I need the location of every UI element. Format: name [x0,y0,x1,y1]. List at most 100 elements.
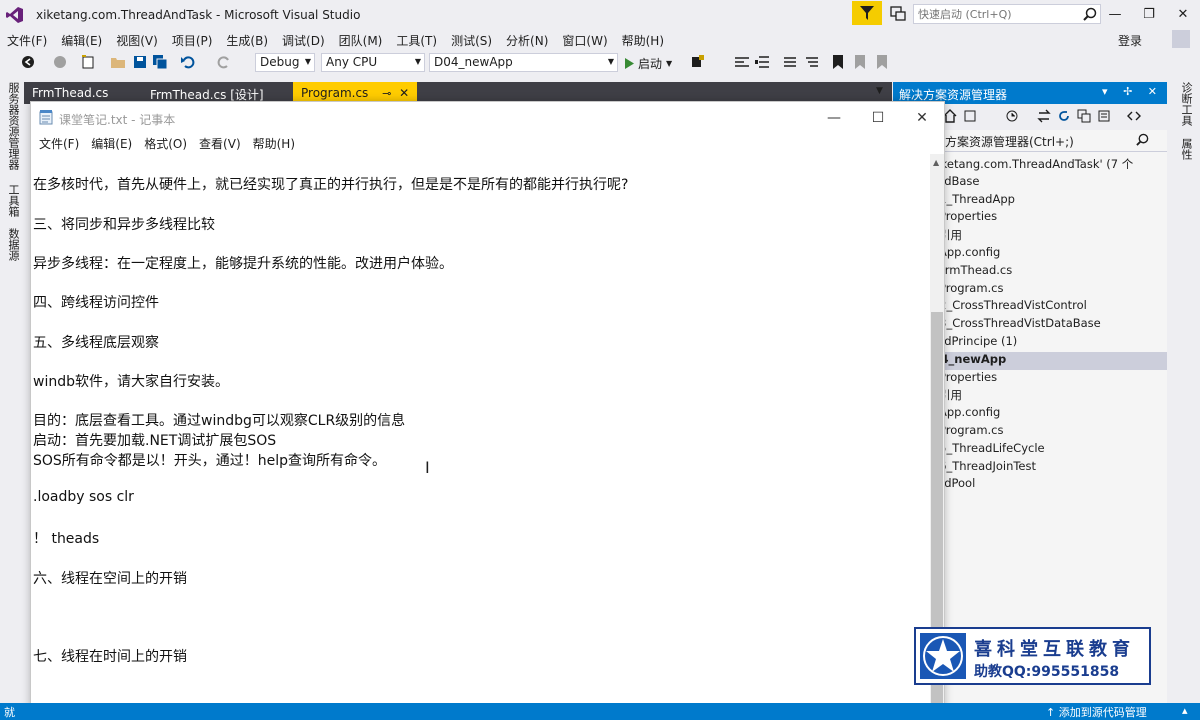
panel-controls[interactable]: ▾ ✢ ✕ [1102,85,1163,98]
find-in-files-icon[interactable] [690,54,706,70]
search-icon[interactable] [1083,7,1097,21]
history-icon[interactable] [1005,109,1019,123]
tree-item-label: App.config [939,244,1001,259]
vs-title-bar: xiketang.com.ThreadAndTask - Microsoft V… [0,0,1200,30]
notepad-menu-view[interactable]: 查看(V) [193,133,247,154]
menu-window[interactable]: 窗口(W) [555,30,614,50]
switch-views-icon[interactable] [1037,109,1051,123]
menu-edit[interactable]: 编辑(E) [54,30,109,50]
menu-debug[interactable]: 调试(D) [275,30,332,50]
outdent-icon[interactable] [754,54,770,70]
notepad-menu-help[interactable]: 帮助(H) [247,133,301,154]
text-cursor-icon: I [425,458,430,477]
undo-icon[interactable] [180,54,196,70]
menu-build[interactable]: 生成(B) [219,30,275,50]
search-icon[interactable] [1136,133,1149,146]
status-expand-icon[interactable]: ▴ [1182,704,1188,717]
scroll-up-icon[interactable]: ▲ [933,158,939,167]
save-icon[interactable] [132,54,148,70]
notepad-close-button[interactable]: ✕ [900,102,944,133]
menu-test[interactable]: 测试(S) [444,30,499,50]
menu-view[interactable]: 视图(V) [109,30,165,50]
menu-project[interactable]: 项目(P) [165,30,220,50]
watermark-logo: 喜科堂互联教育 助教QQ:995551858 [914,627,1151,685]
comment-icon[interactable] [782,54,798,70]
tab-label: FrmThead.cs [32,86,109,100]
solution-config-select[interactable]: Debug ▼ [255,53,315,72]
solution-config-value: Debug [260,55,300,69]
right-tool-strip: 诊断工具 属性 [1168,78,1200,703]
watermark-qq: 助教QQ:995551858 [974,664,1120,680]
feedback-icon[interactable] [888,5,908,23]
notepad-title-bar: 课堂笔记.txt - 记事本 — ☐ ✕ [31,102,944,133]
notepad-window: 课堂笔记.txt - 记事本 — ☐ ✕ 文件(F) 编辑(E) 格式(O) 查… [30,101,945,720]
menu-file[interactable]: 文件(F) [0,30,54,50]
menu-help[interactable]: 帮助(H) [615,30,671,50]
status-ready-text: 就 [4,706,15,719]
platform-select[interactable]: Any CPU ▼ [321,53,425,72]
code-view-icon[interactable] [1127,109,1141,123]
notepad-menu-edit[interactable]: 编辑(E) [85,133,138,154]
home-icon[interactable] [943,109,957,123]
quick-launch-input[interactable] [914,5,1074,23]
tree-item-label: FrmThead.cs [939,262,1013,277]
next-bookmark-icon[interactable] [874,54,890,70]
close-tab-icon[interactable]: ✕ [399,86,409,100]
notepad-menu-format[interactable]: 格式(O) [138,133,193,154]
restore-button[interactable]: ❐ [1132,0,1166,28]
tree-item-label: D03_CrossThreadVistDataBase [923,316,1101,331]
notification-filter-button[interactable] [852,1,882,25]
text-line: 四、跨线程访问控件 [33,295,159,311]
tree-item-label: Program.cs [939,422,1004,437]
login-link[interactable]: 登录 [1118,32,1142,49]
prev-bookmark-icon[interactable] [852,54,868,70]
menu-tools[interactable]: 工具(T) [389,30,444,50]
tab-dropdown-icon[interactable]: ▼ [876,86,883,96]
server-explorer-tab[interactable]: 服务器资源管理器 [5,82,21,170]
notepad-text-area[interactable]: 在多核时代，首先从硬件上，就已经实现了真正的并行执行，但是是不是所有的都能并行执… [33,166,929,718]
back-icon[interactable] [20,54,36,70]
diagnostic-tools-tab[interactable]: 诊断工具 [1178,82,1194,126]
tree-item-label: Program.cs [939,280,1004,295]
tab-label: Program.cs [301,86,369,100]
bookmark-icon[interactable] [830,54,846,70]
text-line: .loadby sos clr [33,489,134,505]
close-button[interactable]: ✕ [1166,0,1200,28]
text-line: 目的：底层查看工具。通过windbg可以观察CLR级别的信息 [33,413,406,429]
menu-team[interactable]: 团队(M) [332,30,390,50]
filter-icon [860,6,874,20]
chevron-down-icon: ▼ [607,57,614,66]
properties-tab[interactable]: 属性 [1178,138,1194,160]
chevron-down-icon: ▼ [304,57,311,66]
toolbox-tab[interactable]: 工具箱 [5,184,21,217]
sync-icon[interactable] [963,109,977,123]
show-all-files-icon[interactable] [1097,109,1111,123]
startup-project-select[interactable]: D04_newApp ▼ [429,53,618,72]
tab-label: FrmThead.cs [设计] [150,88,264,102]
text-line: 六、线程在空间上的开销 [33,571,187,587]
text-line: 异步多线程：在一定程度上，能够提升系统的性能。改进用户体验。 [33,256,453,272]
pin-icon[interactable]: ⊸ [382,87,391,100]
save-all-icon[interactable] [152,54,168,70]
forward-icon[interactable] [52,54,68,70]
collapse-all-icon[interactable] [1077,109,1091,123]
data-sources-tab[interactable]: 数据源 [5,228,21,261]
redo-icon[interactable] [216,54,232,70]
notepad-maximize-button[interactable]: ☐ [856,102,900,133]
menu-analyze[interactable]: 分析(N) [499,30,555,50]
format-icon[interactable] [734,54,750,70]
new-project-icon[interactable] [80,54,96,70]
open-file-icon[interactable] [110,54,126,70]
vs-menu-bar: 文件(F) 编辑(E) 视图(V) 项目(P) 生成(B) 调试(D) 团队(M… [0,30,1200,50]
account-icon[interactable] [1172,30,1190,48]
quick-launch-box[interactable] [913,4,1101,24]
notepad-minimize-button[interactable]: — [812,102,856,133]
solution-search-placeholder: 方案资源管理器(Ctrl+;) [945,135,1074,149]
play-icon [625,58,634,69]
uncomment-icon[interactable] [804,54,820,70]
notepad-menu-file[interactable]: 文件(F) [33,133,85,154]
start-debugging-button[interactable]: 启动 ▼ [624,55,672,72]
refresh-icon[interactable] [1057,109,1071,123]
add-to-source-control-button[interactable]: ↑ 添加到源代码管理 [1046,704,1147,720]
minimize-button[interactable]: — [1098,0,1132,28]
